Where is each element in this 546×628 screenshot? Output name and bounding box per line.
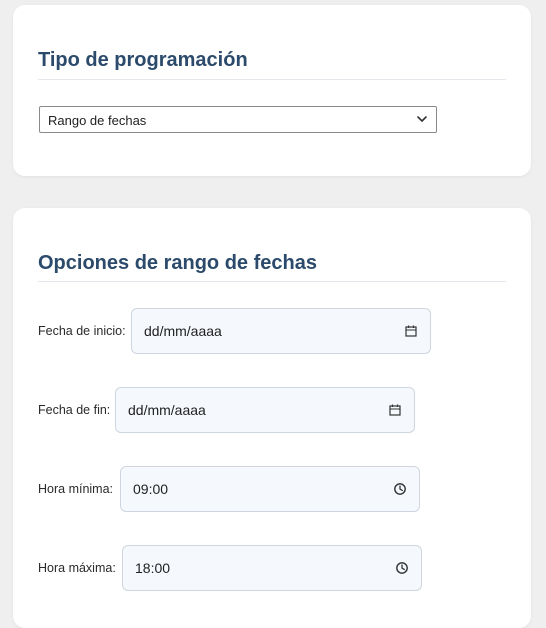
max-time-value: 18:00 <box>135 560 171 576</box>
clock-icon[interactable] <box>395 561 409 575</box>
clock-icon[interactable] <box>393 482 407 496</box>
min-time-label: Hora mínima: <box>38 482 114 496</box>
calendar-icon[interactable] <box>388 403 402 417</box>
end-date-value: dd/mm/aaaa <box>128 402 206 418</box>
schedule-type-selected-value: Rango de fechas <box>48 113 147 128</box>
min-time-input[interactable]: 09:00 <box>120 466 420 512</box>
max-time-input[interactable]: 18:00 <box>122 545 422 591</box>
calendar-icon[interactable] <box>404 324 418 338</box>
section-divider <box>38 79 506 80</box>
min-time-value: 09:00 <box>133 481 169 497</box>
start-date-label: Fecha de inicio: <box>38 324 126 338</box>
end-date-input[interactable]: dd/mm/aaaa <box>115 387 415 433</box>
end-date-label: Fecha de fin: <box>38 403 111 417</box>
schedule-type-title: Tipo de programación <box>38 49 248 71</box>
date-range-title: Opciones de rango de fechas <box>38 252 317 274</box>
section-divider <box>38 281 506 282</box>
start-date-value: dd/mm/aaaa <box>144 323 222 339</box>
schedule-type-card: Tipo de programación Rango de fechas <box>13 5 531 176</box>
chevron-down-icon <box>417 116 427 122</box>
start-date-input[interactable]: dd/mm/aaaa <box>131 308 431 354</box>
max-time-label: Hora máxima: <box>38 561 116 575</box>
schedule-type-select[interactable]: Rango de fechas <box>39 106 437 133</box>
date-range-card: Opciones de rango de fechas Fecha de ini… <box>13 208 531 628</box>
